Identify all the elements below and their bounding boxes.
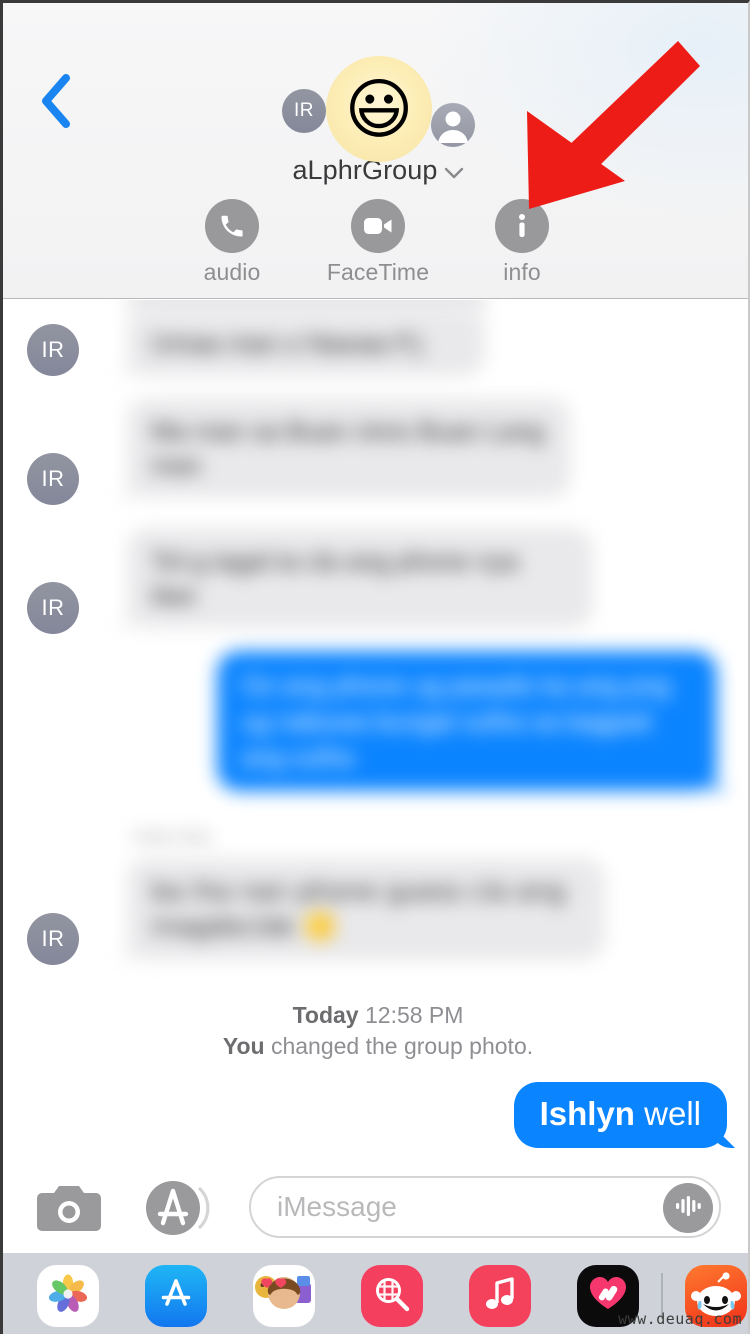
app-icon-memoji[interactable] bbox=[253, 1265, 315, 1327]
message-text: Oo ang phone ug pasado ka ang png ug nab… bbox=[241, 670, 671, 772]
avatar-initials-label: IR bbox=[41, 337, 65, 362]
message-input-placeholder: iMessage bbox=[277, 1191, 397, 1222]
message-bubble[interactable]: Tol g tagal ta cla ang phone nya ilaw bbox=[127, 528, 593, 628]
chevron-down-icon bbox=[444, 155, 464, 186]
site-watermark: www.deuaq.com bbox=[618, 1310, 742, 1328]
system-actor: You bbox=[222, 1033, 265, 1059]
info-label: info bbox=[503, 259, 541, 285]
audio-call-label: audio bbox=[203, 259, 261, 285]
music-note-icon bbox=[481, 1274, 519, 1319]
avatar-group-photo[interactable]: 😃 bbox=[326, 56, 432, 162]
message-bubble[interactable]: Ishlyn well bbox=[513, 1082, 727, 1148]
audio-waveform-icon bbox=[673, 1193, 703, 1224]
app-store-icon bbox=[143, 1181, 215, 1242]
message-avatar[interactable]: IR bbox=[27, 324, 79, 376]
phone-icon bbox=[205, 199, 259, 253]
app-icon-images[interactable] bbox=[361, 1265, 423, 1327]
app-icon-photos[interactable] bbox=[37, 1265, 99, 1327]
avatar-initials-label: IR bbox=[41, 466, 65, 491]
camera-icon bbox=[37, 1186, 101, 1238]
message-text: ba iha nan phone guess cla ang magdecide… bbox=[151, 877, 566, 942]
message-text-strong: Ishlyn bbox=[539, 1095, 635, 1132]
photos-icon bbox=[45, 1271, 91, 1322]
imessage-apps-button[interactable] bbox=[143, 1178, 215, 1238]
conversation-header: IR 😃 aLphrGroup audio FaceTime info bbox=[3, 3, 748, 299]
message-input-bar: iMessage bbox=[3, 1160, 748, 1253]
message-text: well bbox=[634, 1095, 701, 1132]
message-input-field[interactable]: iMessage bbox=[249, 1176, 721, 1238]
audio-record-button[interactable] bbox=[663, 1183, 713, 1233]
facetime-button[interactable]: FaceTime bbox=[303, 199, 453, 286]
memoji-stickers-icon bbox=[253, 1265, 315, 1327]
message-avatar[interactable]: IR bbox=[27, 913, 79, 965]
message-text: Umaa man o Nawaa P.j bbox=[151, 328, 423, 358]
system-timestamp: Today 12:58 PM bbox=[3, 1000, 748, 1031]
app-icon-apple-music[interactable] bbox=[469, 1265, 531, 1327]
info-circle-icon bbox=[495, 199, 549, 253]
info-button[interactable]: info bbox=[447, 199, 597, 286]
message-bubble[interactable]: Ma man sa Buan nimo Buan Lang man bbox=[127, 398, 571, 498]
message-avatar[interactable]: IR bbox=[27, 453, 79, 505]
system-action: changed the group photo. bbox=[264, 1033, 534, 1059]
header-actions: audio FaceTime info bbox=[3, 199, 748, 289]
message-avatar[interactable]: IR bbox=[27, 582, 79, 634]
app-icon-app-store[interactable] bbox=[145, 1265, 207, 1327]
message-sender-label: Ishlyn Bay bbox=[133, 827, 212, 846]
phone-screen: IR 😃 aLphrGroup audio FaceTime info IR U… bbox=[0, 0, 750, 1334]
message-bubble[interactable]: Oo ang phone ug pasado ka ang png ug nab… bbox=[217, 651, 717, 791]
avatar-initials-label: IR bbox=[41, 926, 65, 951]
message-text: Tol g tagal ta cla ang phone nya ilaw bbox=[151, 546, 519, 610]
avatar-initials-label: IR bbox=[294, 100, 314, 121]
avatar-initials[interactable]: IR bbox=[282, 89, 326, 133]
facetime-label: FaceTime bbox=[326, 259, 430, 285]
camera-button[interactable] bbox=[37, 1182, 101, 1234]
timestamp-time: 12:58 PM bbox=[364, 1002, 464, 1028]
person-silhouette-icon bbox=[431, 103, 475, 147]
timestamp-day: Today bbox=[292, 1002, 359, 1028]
message-list[interactable]: IR Umaa man o Nawaa P.j IR Ma man sa Bua… bbox=[3, 300, 748, 1160]
system-event-text: You changed the group photo. bbox=[3, 1031, 748, 1062]
group-avatars[interactable]: IR 😃 bbox=[3, 45, 748, 162]
message-bubble[interactable]: ba iha nan phone guess cla ang magdecide… bbox=[127, 858, 605, 960]
message-text: Ma man sa Buan nimo Buan Lang man bbox=[151, 416, 545, 480]
images-search-icon bbox=[371, 1273, 413, 1320]
grinning-face-emoji-icon: 😃 bbox=[344, 71, 414, 148]
avatar-initials-label: IR bbox=[41, 595, 65, 620]
avatar-person-placeholder[interactable] bbox=[431, 103, 475, 147]
app-store-icon bbox=[156, 1274, 196, 1319]
audio-call-button[interactable]: audio bbox=[157, 199, 307, 286]
message-bubble[interactable]: Umaa man o Nawaa P.j bbox=[127, 310, 485, 376]
video-camera-icon bbox=[351, 199, 405, 253]
